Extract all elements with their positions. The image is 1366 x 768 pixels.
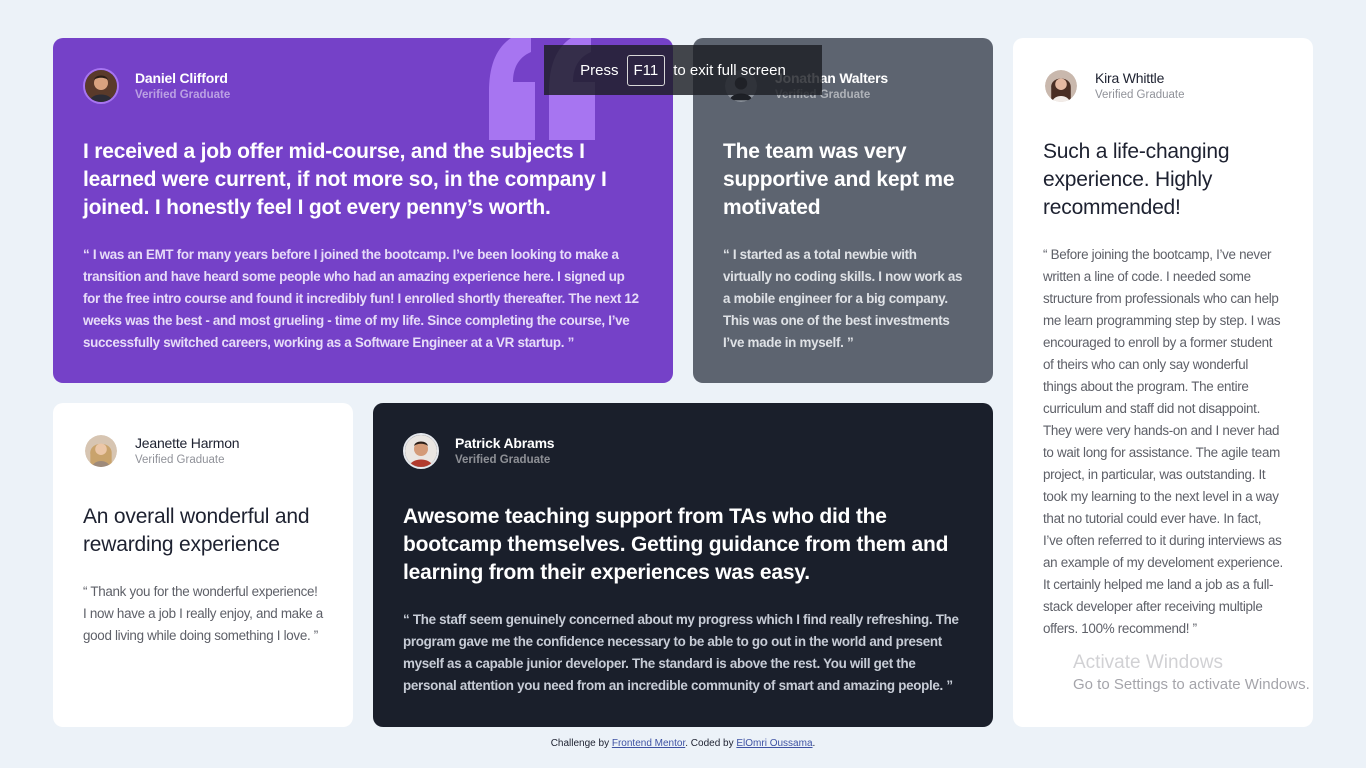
author-name: Daniel Clifford bbox=[135, 69, 228, 86]
author-status: Verified Graduate bbox=[135, 453, 225, 466]
testimonial-body: “ Thank you for the wonderful experience… bbox=[83, 584, 323, 643]
attribution-prefix: Challenge by bbox=[550, 738, 612, 749]
toast-text-before: Press bbox=[580, 61, 619, 79]
testimonial-card-kira: Kira Whittle Verified Graduate Such a li… bbox=[1013, 38, 1313, 727]
fullscreen-exit-toast: Press F11 to exit full screen bbox=[544, 45, 822, 95]
author-name: Jeanette Harmon bbox=[135, 434, 240, 451]
author: Jeanette Harmon Verified Graduate bbox=[83, 433, 323, 469]
toast-text-after: to exit full screen bbox=[673, 61, 786, 79]
avatar bbox=[403, 433, 439, 469]
watermark-subtitle: Go to Settings to activate Windows. bbox=[1073, 676, 1310, 693]
testimonial-headline: An overall wonderful and rewarding exper… bbox=[83, 505, 310, 556]
testimonial-card-jeanette: Jeanette Harmon Verified Graduate An ove… bbox=[53, 403, 353, 727]
author: Kira Whittle Verified Graduate bbox=[1043, 68, 1283, 104]
author-status: Verified Graduate bbox=[135, 88, 231, 101]
author-name: Patrick Abrams bbox=[455, 434, 555, 451]
testimonials-grid: Daniel Clifford Verified Graduate I rece… bbox=[53, 38, 1313, 727]
testimonial-headline: Awesome teaching support from TAs who di… bbox=[403, 505, 949, 584]
activate-windows-watermark: Activate Windows Go to Settings to activ… bbox=[1073, 652, 1310, 693]
author-status: Verified Graduate bbox=[1095, 88, 1185, 101]
attribution-middle: . Coded by bbox=[685, 738, 737, 749]
testimonial-body: “ Before joining the bootcamp, I’ve neve… bbox=[1043, 247, 1283, 636]
attribution-suffix: . bbox=[812, 738, 816, 749]
f11-key: F11 bbox=[626, 54, 666, 86]
testimonial-body: “ I was an EMT for many years before I j… bbox=[83, 247, 639, 350]
testimonial-headline: I received a job offer mid-course, and t… bbox=[83, 140, 607, 219]
testimonial-headline: Such a life-changing experience. Highly … bbox=[1043, 140, 1230, 219]
testimonial-headline: The team was very supportive and kept me… bbox=[723, 140, 955, 219]
testimonial-body: “ The staff seem genuinely concerned abo… bbox=[403, 612, 959, 693]
frontend-mentor-link[interactable]: Frontend Mentor bbox=[612, 738, 685, 749]
avatar bbox=[83, 68, 119, 104]
avatar bbox=[83, 433, 119, 469]
attribution: Challenge by Frontend Mentor. Coded by E… bbox=[0, 738, 1366, 749]
author: Patrick Abrams Verified Graduate bbox=[403, 433, 963, 469]
watermark-title: Activate Windows bbox=[1073, 652, 1223, 673]
author-link[interactable]: ElOmri Oussama bbox=[736, 738, 812, 749]
testimonial-body: “ I started as a total newbie with virtu… bbox=[723, 247, 963, 350]
avatar bbox=[1043, 68, 1079, 104]
author-name: Kira Whittle bbox=[1095, 69, 1165, 86]
testimonial-card-patrick: Patrick Abrams Verified Graduate Awesome… bbox=[373, 403, 993, 727]
author-status: Verified Graduate bbox=[455, 453, 551, 466]
